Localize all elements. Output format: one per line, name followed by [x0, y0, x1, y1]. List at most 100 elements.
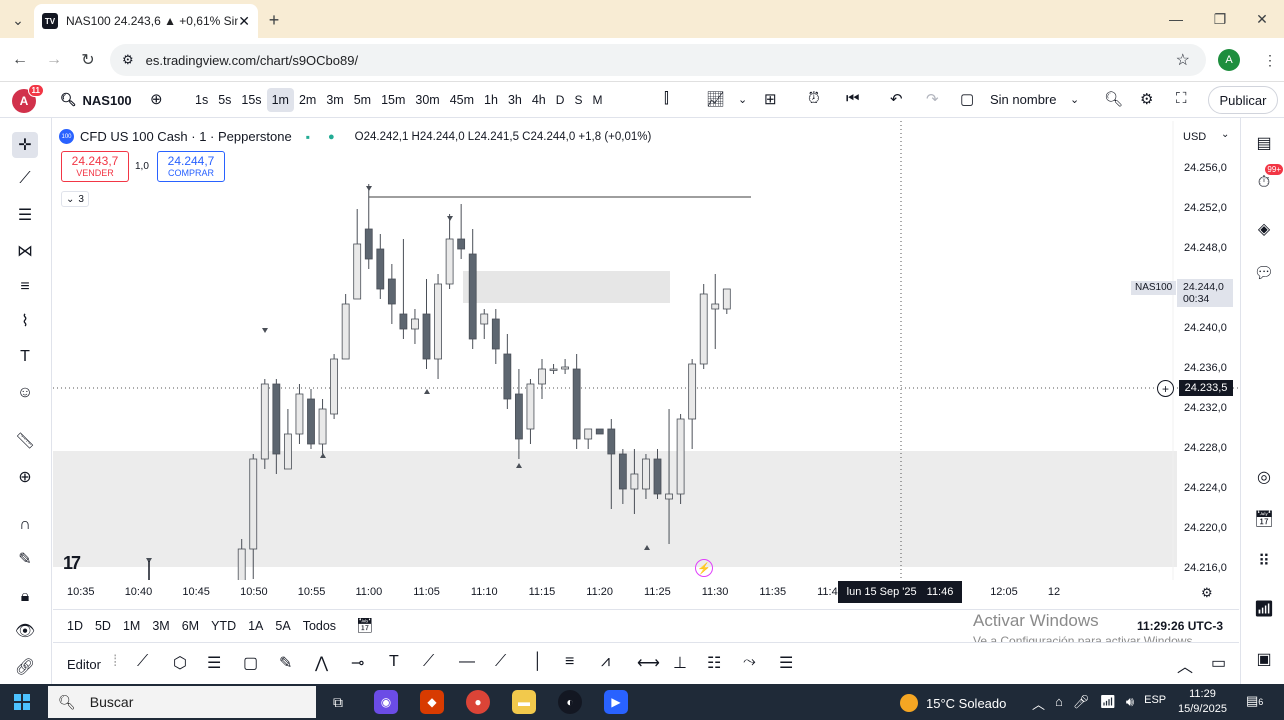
layout-checkbox-icon[interactable]: ▢	[960, 90, 974, 108]
bookmark-star-icon[interactable]: ☆	[1176, 50, 1190, 70]
pen-tool-icon[interactable]: ✎	[279, 653, 292, 673]
projection-tool-icon[interactable]: ≡	[12, 274, 38, 300]
trend-line-tool-icon[interactable]: ⟋	[12, 166, 38, 192]
interval-45m[interactable]: 45m	[445, 88, 479, 112]
back-icon[interactable]: ←	[10, 50, 30, 70]
instrument-title[interactable]: CFD US 100 Cash · 1 · Pepperstone	[80, 129, 292, 144]
interval-1m[interactable]: 1m	[266, 88, 294, 112]
windows-start-icon[interactable]	[14, 694, 30, 710]
new-tab-icon[interactable]: +	[264, 10, 284, 30]
pattern-tool-icon[interactable]: ⋈	[12, 238, 38, 264]
shape-tool-icon[interactable]: ⬡	[173, 653, 187, 673]
replay-icon[interactable]: ⏮︎	[846, 90, 860, 107]
interval-30m[interactable]: 30m	[410, 88, 444, 112]
interval-1s[interactable]: 1s	[190, 88, 213, 112]
other-app-icon[interactable]: ▶	[604, 690, 628, 714]
lock-drawing-tool-icon[interactable]: ✎	[12, 546, 38, 572]
text-draw-icon[interactable]: T	[389, 653, 399, 671]
interval-s[interactable]: S	[569, 88, 587, 112]
publish-button[interactable]: Publicar	[1208, 86, 1278, 114]
currency-selector[interactable]: USD	[1183, 131, 1206, 143]
text-tool-icon[interactable]: T	[12, 344, 38, 370]
tradingview-logo[interactable]: 17	[63, 553, 81, 574]
vline-tool-icon[interactable]: │	[533, 653, 543, 671]
collapse-panel-icon[interactable]: ︿	[1177, 653, 1193, 677]
redo-icon[interactable]: ↷	[926, 90, 939, 108]
sell-button[interactable]: 24.243,7 VENDER	[61, 151, 129, 182]
brush-tool-icon[interactable]: ⌇	[12, 308, 38, 334]
symbol-search[interactable]: 🔍︎ NAS100	[60, 92, 132, 108]
range-3m[interactable]: 3M	[146, 619, 175, 633]
range-ytd[interactable]: YTD	[205, 619, 242, 633]
extended-line-icon[interactable]: ⟋	[495, 653, 506, 671]
drag-handle-icon[interactable]: ⁞	[113, 653, 117, 671]
gann-tool-icon[interactable]: ☷	[707, 653, 721, 673]
interval-m[interactable]: M	[587, 88, 607, 112]
fib-draw-icon[interactable]: ≡	[565, 653, 574, 671]
indicators-collapse-toggle[interactable]: ⌄ 3	[61, 191, 89, 207]
tradingview-app-icon[interactable]: ◐	[558, 690, 582, 714]
maximize-panel-icon[interactable]: ▭	[1211, 653, 1226, 673]
date-range-tool-icon[interactable]: ⟷	[637, 653, 660, 673]
interval-5m[interactable]: 5m	[349, 88, 376, 112]
weather-widget[interactable]: 15°C Soleado	[900, 694, 1006, 712]
user-avatar[interactable]: A 11	[12, 84, 44, 113]
apps-grid-icon[interactable]: ⠿	[1251, 548, 1277, 574]
minimize-icon[interactable]: —	[1166, 10, 1186, 28]
tab-search-icon[interactable]: ⌄	[8, 10, 28, 30]
settings-gear-icon[interactable]: ⚙	[1140, 90, 1153, 108]
wifi-icon[interactable]: 📶︎	[1099, 694, 1116, 713]
chat-icon[interactable]: 💬︎	[1251, 260, 1277, 286]
help-icon[interactable]: ▣	[1251, 646, 1277, 672]
path-tool-icon[interactable]: ⤳	[743, 653, 756, 671]
profile-avatar[interactable]: A	[1218, 49, 1240, 71]
alerts-clock-icon[interactable]: ⏱︎ 99+	[1251, 164, 1283, 196]
site-settings-icon[interactable]: ⚙	[122, 52, 134, 68]
candle-type-icon[interactable]: ⫿	[664, 90, 669, 107]
price-range-tool-icon[interactable]: ⊥	[673, 653, 687, 673]
arrow-tool-icon[interactable]: ⟋	[423, 653, 434, 671]
browser-menu-icon[interactable]: ⋮	[1262, 50, 1278, 70]
layers-icon[interactable]: ◈	[1251, 216, 1277, 242]
more-tools-icon[interactable]: ☰	[779, 653, 793, 673]
range-1m[interactable]: 1M	[117, 619, 146, 633]
templates-icon[interactable]: ⊞	[764, 90, 777, 108]
add-alert-plus-icon[interactable]: +	[1157, 380, 1174, 397]
interval-4h[interactable]: 4h	[527, 88, 551, 112]
zoom-tool-icon[interactable]: ⊕	[12, 464, 38, 490]
notification-center-icon[interactable]: ▤6	[1246, 693, 1263, 709]
undo-icon[interactable]: ↶	[890, 90, 903, 108]
fullscreen-icon[interactable]: ⛶	[1176, 90, 1187, 107]
rectangle-tool-icon[interactable]: ▢	[243, 653, 258, 673]
link-icon[interactable]: 🔗︎	[12, 654, 38, 680]
indicators-icon[interactable]: 📈︎	[706, 90, 725, 108]
forward-icon[interactable]: →	[44, 50, 64, 70]
range-6m[interactable]: 6M	[176, 619, 205, 633]
restore-icon[interactable]: ❐	[1210, 10, 1230, 28]
emoji-tool-icon[interactable]: ☺	[12, 380, 38, 406]
goto-date-icon[interactable]: 📅︎	[356, 617, 374, 634]
interval-15m[interactable]: 15m	[376, 88, 410, 112]
watchlist-icon[interactable]: ▤	[1251, 130, 1277, 156]
interval-2m[interactable]: 2m	[294, 88, 321, 112]
browser-tab-active[interactable]: TV NAS100 24.243,6 ▲ +0,61% Sin ✕	[34, 4, 258, 38]
office-app-icon[interactable]: ◆	[420, 690, 444, 714]
axis-settings-icon[interactable]: ⚙	[1201, 585, 1213, 601]
calendar-icon[interactable]: 📅︎	[1251, 506, 1277, 532]
magnet-tool-icon[interactable]: ∩	[12, 512, 38, 538]
interval-3m[interactable]: 3m	[321, 88, 348, 112]
ruler-tool-icon[interactable]: 📏︎	[12, 428, 38, 454]
target-icon[interactable]: ◎	[1251, 464, 1277, 490]
chart-pane[interactable]: 100 CFD US 100 Cash · 1 · Pepperstone ▪ …	[53, 121, 1239, 607]
quick-search-icon[interactable]: 🔍︎	[1104, 90, 1123, 108]
editor-tab[interactable]: Editor	[67, 657, 101, 672]
channel-tool-icon[interactable]: ☰	[207, 653, 221, 673]
interval-3h[interactable]: 3h	[503, 88, 527, 112]
eye-icon[interactable]: 👁︎	[12, 618, 38, 644]
layout-dropdown-icon[interactable]: ⌄	[1070, 93, 1079, 106]
window-close-icon[interactable]: ✕	[1252, 10, 1272, 28]
broadcast-icon[interactable]: 📶︎	[1251, 596, 1277, 622]
ray-tool-icon[interactable]: ⊸	[351, 653, 364, 673]
line-tool-icon[interactable]: ⟋	[137, 653, 148, 671]
buy-button[interactable]: 24.244,7 COMPRAR	[157, 151, 225, 182]
